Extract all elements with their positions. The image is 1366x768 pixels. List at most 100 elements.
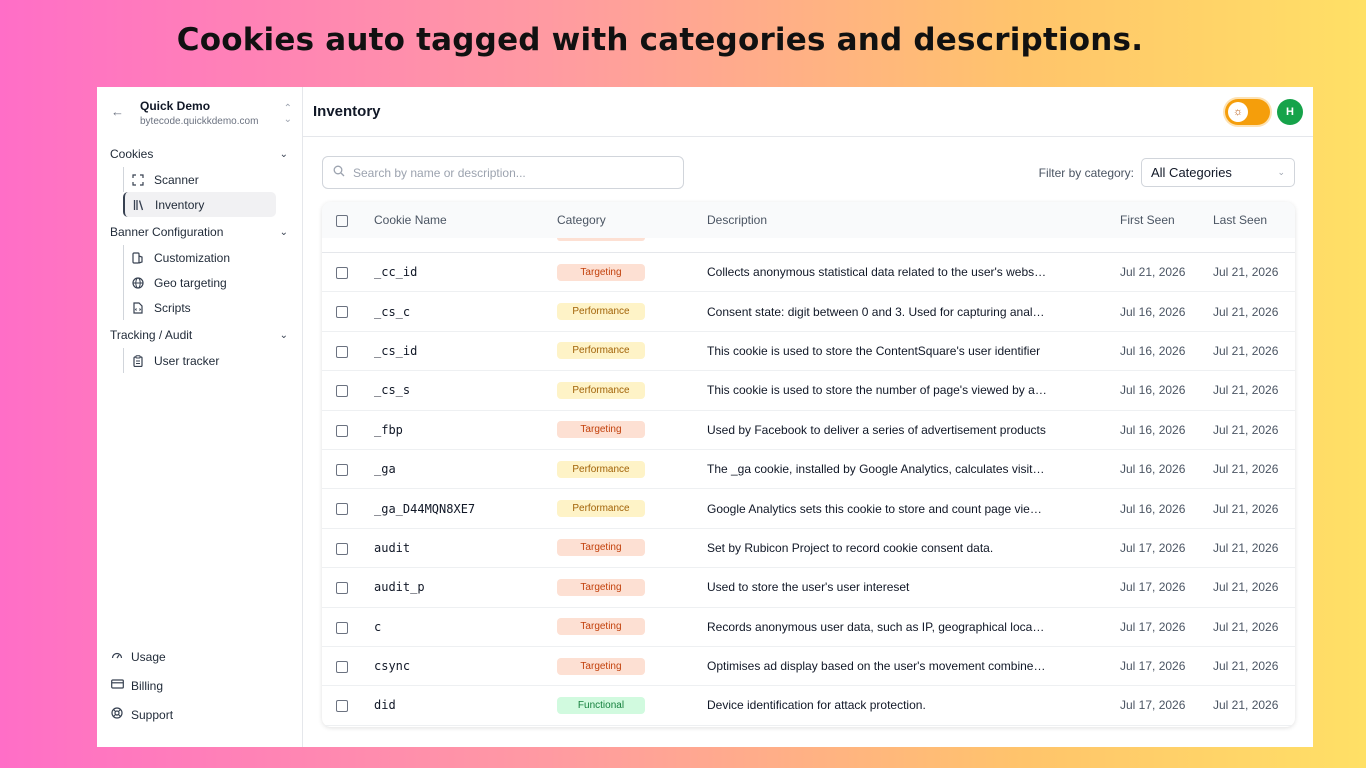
column-header-name[interactable]: Cookie Name [374, 202, 557, 238]
table-row[interactable]: _cc_id Targeting Collects anonymous statis… [322, 253, 1295, 292]
sidebar-item-label: Customization [154, 250, 231, 265]
row-checkbox[interactable] [336, 700, 348, 713]
sidebar-item-customization[interactable]: Customization [123, 245, 276, 270]
table-row[interactable]: _fbp Targeting Used by Facebook to deliver… [322, 410, 1295, 450]
nav-group-tracking[interactable]: Tracking / Audit ⌄ [97, 322, 302, 348]
table-row[interactable]: _cs_s Performance This cookie is used to s… [322, 371, 1295, 411]
sun-icon: ☼ [1228, 101, 1248, 122]
chevron-up-down-icon[interactable]: ⌃ ⌄ [284, 103, 292, 125]
cookie-name: c [374, 619, 382, 634]
nav-group-banner[interactable]: Banner Configuration ⌄ [97, 219, 302, 245]
back-arrow-icon[interactable]: ← [111, 104, 125, 119]
cookie-description: Google Analytics sets this cookie to sto… [707, 501, 1047, 516]
clipboard-icon [131, 354, 145, 368]
scan-icon [131, 173, 145, 187]
cookie-name: _cc_id [374, 265, 418, 280]
search-icon [333, 165, 345, 180]
row-checkbox[interactable] [336, 385, 348, 398]
sidebar-item-inventory[interactable]: Inventory [123, 192, 276, 217]
column-header-category[interactable]: Category [557, 202, 707, 238]
headline: Cookies auto tagged with categories and … [176, 22, 1144, 58]
library-icon [132, 198, 146, 212]
last-seen-date: Jul 21, 2026 [1213, 343, 1279, 358]
page-title: Inventory [313, 103, 381, 120]
first-seen-date: Jul 17, 2026 [1120, 619, 1186, 634]
category-badge: Performance [557, 381, 645, 399]
last-seen-date: Jul 21, 2026 [1213, 698, 1279, 713]
table-header-row: Cookie Name Category Description First S… [322, 202, 1295, 238]
cookie-name: _ga_D44MQN8XE7 [374, 501, 476, 516]
file-code-icon [131, 301, 145, 315]
category-badge: Targeting [557, 578, 645, 596]
cookie-description: Set by Rubicon Project to record cookie … [707, 540, 994, 555]
sidebar-item-billing[interactable]: Billing [97, 671, 302, 700]
toolbar: Filter by category: All Categories ⌄ [322, 156, 1295, 189]
table-row[interactable]: _ga_D44MQN8XE7 Performance Google Analytic… [322, 489, 1295, 529]
row-checkbox[interactable] [336, 306, 348, 319]
sidebar-item-scanner[interactable]: Scanner [123, 167, 276, 192]
sidebar-item-usage[interactable]: Usage [97, 642, 302, 671]
table-row[interactable]: audit Targeting Set by Rubicon Project to … [322, 528, 1295, 568]
table-row[interactable]: did Functional Device identification for a… [322, 686, 1295, 726]
nav-group-cookies[interactable]: Cookies ⌄ [97, 141, 302, 167]
row-checkbox[interactable] [336, 582, 348, 595]
search-input[interactable] [353, 165, 653, 180]
column-header-first-seen[interactable]: First Seen [1120, 202, 1213, 238]
table-row[interactable]: c Targeting Records anonymous user data, s… [322, 607, 1295, 647]
table-row[interactable]: _ga Performance The _ga cookie, installed … [322, 449, 1295, 489]
workspace-title: Quick Demo [140, 99, 211, 113]
search-box[interactable] [322, 156, 684, 189]
sidebar-item-scripts[interactable]: Scripts [123, 295, 276, 320]
cookie-name: _cs_c [374, 304, 411, 319]
row-checkbox[interactable] [336, 345, 348, 358]
last-seen-date: Jul 21, 2026 [1213, 501, 1279, 516]
cookie-description: This cookie is used to store the Content… [707, 343, 1041, 358]
row-checkbox[interactable] [336, 503, 348, 516]
row-checkbox[interactable] [336, 424, 348, 437]
table-row[interactable]: csync Targeting Optimises ad display based… [322, 646, 1295, 686]
theme-toggle[interactable]: ☼ [1225, 98, 1270, 125]
cookie-description: Consent state: digit between 0 and 3. Us… [707, 304, 1047, 319]
cookie-description: Records anonymous user data, such as IP,… [707, 619, 1047, 634]
select-all-checkbox[interactable] [336, 214, 348, 227]
row-checkbox[interactable] [336, 267, 348, 280]
category-badge: Performance [557, 500, 645, 518]
cookie-description: Device identification for attack protect… [707, 698, 926, 713]
first-seen-date: Jul 17, 2026 [1120, 540, 1186, 555]
category-badge: Targeting [557, 421, 645, 439]
workspace-switcher[interactable]: ← Quick Demo bytecode.quickkdemo.com ⌃ ⌄ [97, 87, 302, 129]
cookie-name: _ga [374, 462, 396, 477]
row-checkbox[interactable] [336, 660, 348, 673]
category-badge: Targeting [557, 263, 645, 281]
sidebar-item-label: Support [131, 707, 174, 722]
top-bar: Inventory ☼ H [303, 87, 1313, 137]
workspace-domain: bytecode.quickkdemo.com [140, 116, 259, 127]
sidebar-item-support[interactable]: Support [97, 700, 302, 729]
cookie-name: _cs_s [374, 383, 411, 398]
sidebar-item-user-tracker[interactable]: User tracker [123, 348, 276, 373]
cookie-name: audit_p [374, 580, 425, 595]
row-checkbox[interactable] [336, 463, 348, 476]
first-seen-date: Jul 16, 2026 [1120, 383, 1186, 398]
row-checkbox[interactable] [336, 621, 348, 634]
cookie-name: csync [374, 659, 411, 674]
chevron-down-icon: ⌄ [279, 329, 288, 341]
avatar[interactable]: H [1277, 98, 1303, 125]
table-row[interactable]: _cs_c Performance Consent state: digit bet… [322, 292, 1295, 332]
table-row[interactable]: _cs_id Performance This cookie is used to … [322, 331, 1295, 371]
table-row[interactable]: audit_p Targeting Used to store the user's… [322, 568, 1295, 608]
filter-label: Filter by category: [1038, 165, 1134, 180]
sidebar-item-label: Scanner [154, 172, 199, 187]
category-badge-partial [557, 238, 645, 241]
last-seen-date: Jul 21, 2026 [1213, 462, 1279, 477]
sidebar-item-geo-targeting[interactable]: Geo targeting [123, 270, 276, 295]
cookie-table-card: Cookie Name Category Description First S… [322, 202, 1295, 727]
row-checkbox[interactable] [336, 542, 348, 555]
category-badge: Functional [557, 696, 645, 714]
table-row-partial [322, 238, 1295, 253]
gauge-icon [110, 649, 124, 664]
column-header-description[interactable]: Description [707, 202, 1120, 238]
category-select[interactable]: All Categories ⌄ [1141, 158, 1295, 187]
first-seen-date: Jul 17, 2026 [1120, 698, 1186, 713]
column-header-last-seen[interactable]: Last Seen [1213, 202, 1295, 238]
